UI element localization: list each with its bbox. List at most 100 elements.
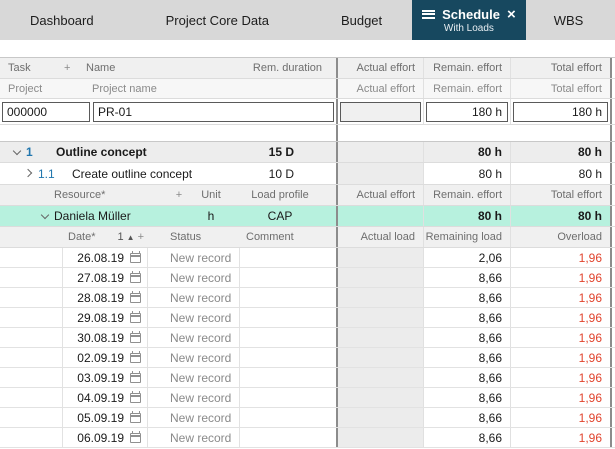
task-column-header[interactable]: Task [0,62,64,74]
actual-load-cell[interactable] [338,428,423,447]
project-actual-effort-field[interactable] [340,101,421,122]
remaining-load-cell[interactable]: 8,66 [423,348,510,367]
date-cell[interactable]: 30.08.19 [62,328,148,347]
remaining-load-cell[interactable]: 2,06 [423,248,510,267]
comment-cell[interactable] [240,388,336,407]
status-cell[interactable]: New record [148,248,240,267]
status-column-header[interactable]: Status [148,227,240,247]
close-icon[interactable]: × [507,7,516,22]
resource-row[interactable]: Daniela Müller h CAP 80 h 80 h [0,206,615,227]
project-name-field[interactable]: PR-01 [93,101,334,122]
actual-load-cell[interactable] [338,388,423,407]
actual-load-cell[interactable] [338,348,423,367]
date-cell[interactable]: 03.09.19 [62,368,148,387]
calendar-icon[interactable] [130,410,141,423]
unit-column-header[interactable]: Unit [188,189,234,201]
chevron-down-icon[interactable] [36,210,54,220]
sort-ascending-icon[interactable]: ▲ [127,233,135,242]
status-cell[interactable]: New record [148,308,240,327]
actual-load-cell[interactable] [338,368,423,387]
comment-cell[interactable] [240,428,336,447]
resource-name[interactable]: Daniela Müller [54,209,188,223]
date-cell[interactable]: 26.08.19 [62,248,148,267]
status-cell[interactable]: New record [148,348,240,367]
date-cell[interactable]: 29.08.19 [62,308,148,327]
date-cell[interactable]: 05.09.19 [62,408,148,427]
task-row-1[interactable]: 1 Outline concept 15 D 80 h 80 h [0,141,615,163]
resource-unit[interactable]: h [188,209,234,223]
comment-cell[interactable] [240,248,336,267]
comment-cell[interactable] [240,268,336,287]
remaining-load-cell[interactable]: 8,66 [423,428,510,447]
comment-cell[interactable] [240,368,336,387]
add-date-button[interactable]: + [138,231,144,243]
comment-cell[interactable] [240,288,336,307]
add-task-button[interactable]: + [64,62,86,74]
actual-load-cell[interactable] [338,268,423,287]
overload-column-header[interactable]: Overload [510,227,612,247]
tab-budget[interactable]: Budget [311,0,412,40]
task-row-1-1[interactable]: 1.1 Create outline concept 10 D 80 h 80 … [0,163,615,185]
status-cell[interactable]: New record [148,328,240,347]
status-cell[interactable]: New record [148,368,240,387]
task-rem-duration[interactable]: 10 D [232,167,336,181]
chevron-down-icon[interactable] [8,146,26,156]
resource-load-profile[interactable]: CAP [234,209,326,223]
calendar-icon[interactable] [130,350,141,363]
project-total-effort-field[interactable]: 180 h [513,101,608,122]
actual-load-cell[interactable] [338,308,423,327]
project-remain-effort-field[interactable]: 180 h [426,101,508,122]
date-cell[interactable]: 27.08.19 [62,268,148,287]
remaining-load-cell[interactable]: 8,66 [423,328,510,347]
date-cell[interactable]: 04.09.19 [62,388,148,407]
calendar-icon[interactable] [130,430,141,443]
comment-cell[interactable] [240,328,336,347]
tab-dashboard[interactable]: Dashboard [0,0,124,40]
remaining-load-cell[interactable]: 8,66 [423,268,510,287]
calendar-icon[interactable] [130,370,141,383]
project-id-field[interactable]: 000000 [2,101,90,122]
remaining-load-cell[interactable]: 8,66 [423,408,510,427]
actual-load-cell[interactable] [338,328,423,347]
actual-load-cell[interactable] [338,408,423,427]
remaining-load-cell[interactable]: 8,66 [423,288,510,307]
tab-schedule[interactable]: Schedule × With Loads [412,0,526,40]
add-resource-button[interactable]: + [170,189,188,201]
date-cell[interactable]: 06.09.19 [62,428,148,447]
load-profile-column-header[interactable]: Load profile [234,189,326,201]
remaining-load-column-header[interactable]: Remaining load [423,227,510,247]
status-cell[interactable]: New record [148,428,240,447]
actual-effort-column-header[interactable]: Actual effort [338,58,423,78]
name-column-header[interactable]: Name [86,62,232,74]
comment-cell[interactable] [240,408,336,427]
comment-column-header[interactable]: Comment [240,227,336,247]
actual-load-cell[interactable] [338,248,423,267]
remaining-load-cell[interactable]: 8,66 [423,308,510,327]
status-cell[interactable]: New record [148,408,240,427]
comment-cell[interactable] [240,348,336,367]
task-rem-duration[interactable]: 15 D [232,145,336,159]
actual-load-column-header[interactable]: Actual load [338,227,423,247]
menu-icon[interactable] [422,9,436,19]
calendar-icon[interactable] [130,310,141,323]
remaining-load-cell[interactable]: 8,66 [423,368,510,387]
calendar-icon[interactable] [130,250,141,263]
date-cell[interactable]: 28.08.19 [62,288,148,307]
remain-effort-column-header[interactable]: Remain. effort [423,58,510,78]
date-cell[interactable]: 02.09.19 [62,348,148,367]
comment-cell[interactable] [240,308,336,327]
rem-duration-column-header[interactable]: Rem. duration [232,62,336,74]
task-name[interactable]: Outline concept [56,145,232,159]
status-cell[interactable]: New record [148,268,240,287]
date-column-header[interactable]: Date* [68,231,96,243]
tab-project-core-data[interactable]: Project Core Data [124,0,311,40]
total-effort-column-header[interactable]: Total effort [510,58,612,78]
status-cell[interactable]: New record [148,388,240,407]
calendar-icon[interactable] [130,330,141,343]
calendar-icon[interactable] [130,290,141,303]
actual-load-cell[interactable] [338,288,423,307]
calendar-icon[interactable] [130,270,141,283]
tab-wbs[interactable]: WBS [526,0,612,40]
chevron-right-icon[interactable] [20,168,38,177]
remaining-load-cell[interactable]: 8,66 [423,388,510,407]
